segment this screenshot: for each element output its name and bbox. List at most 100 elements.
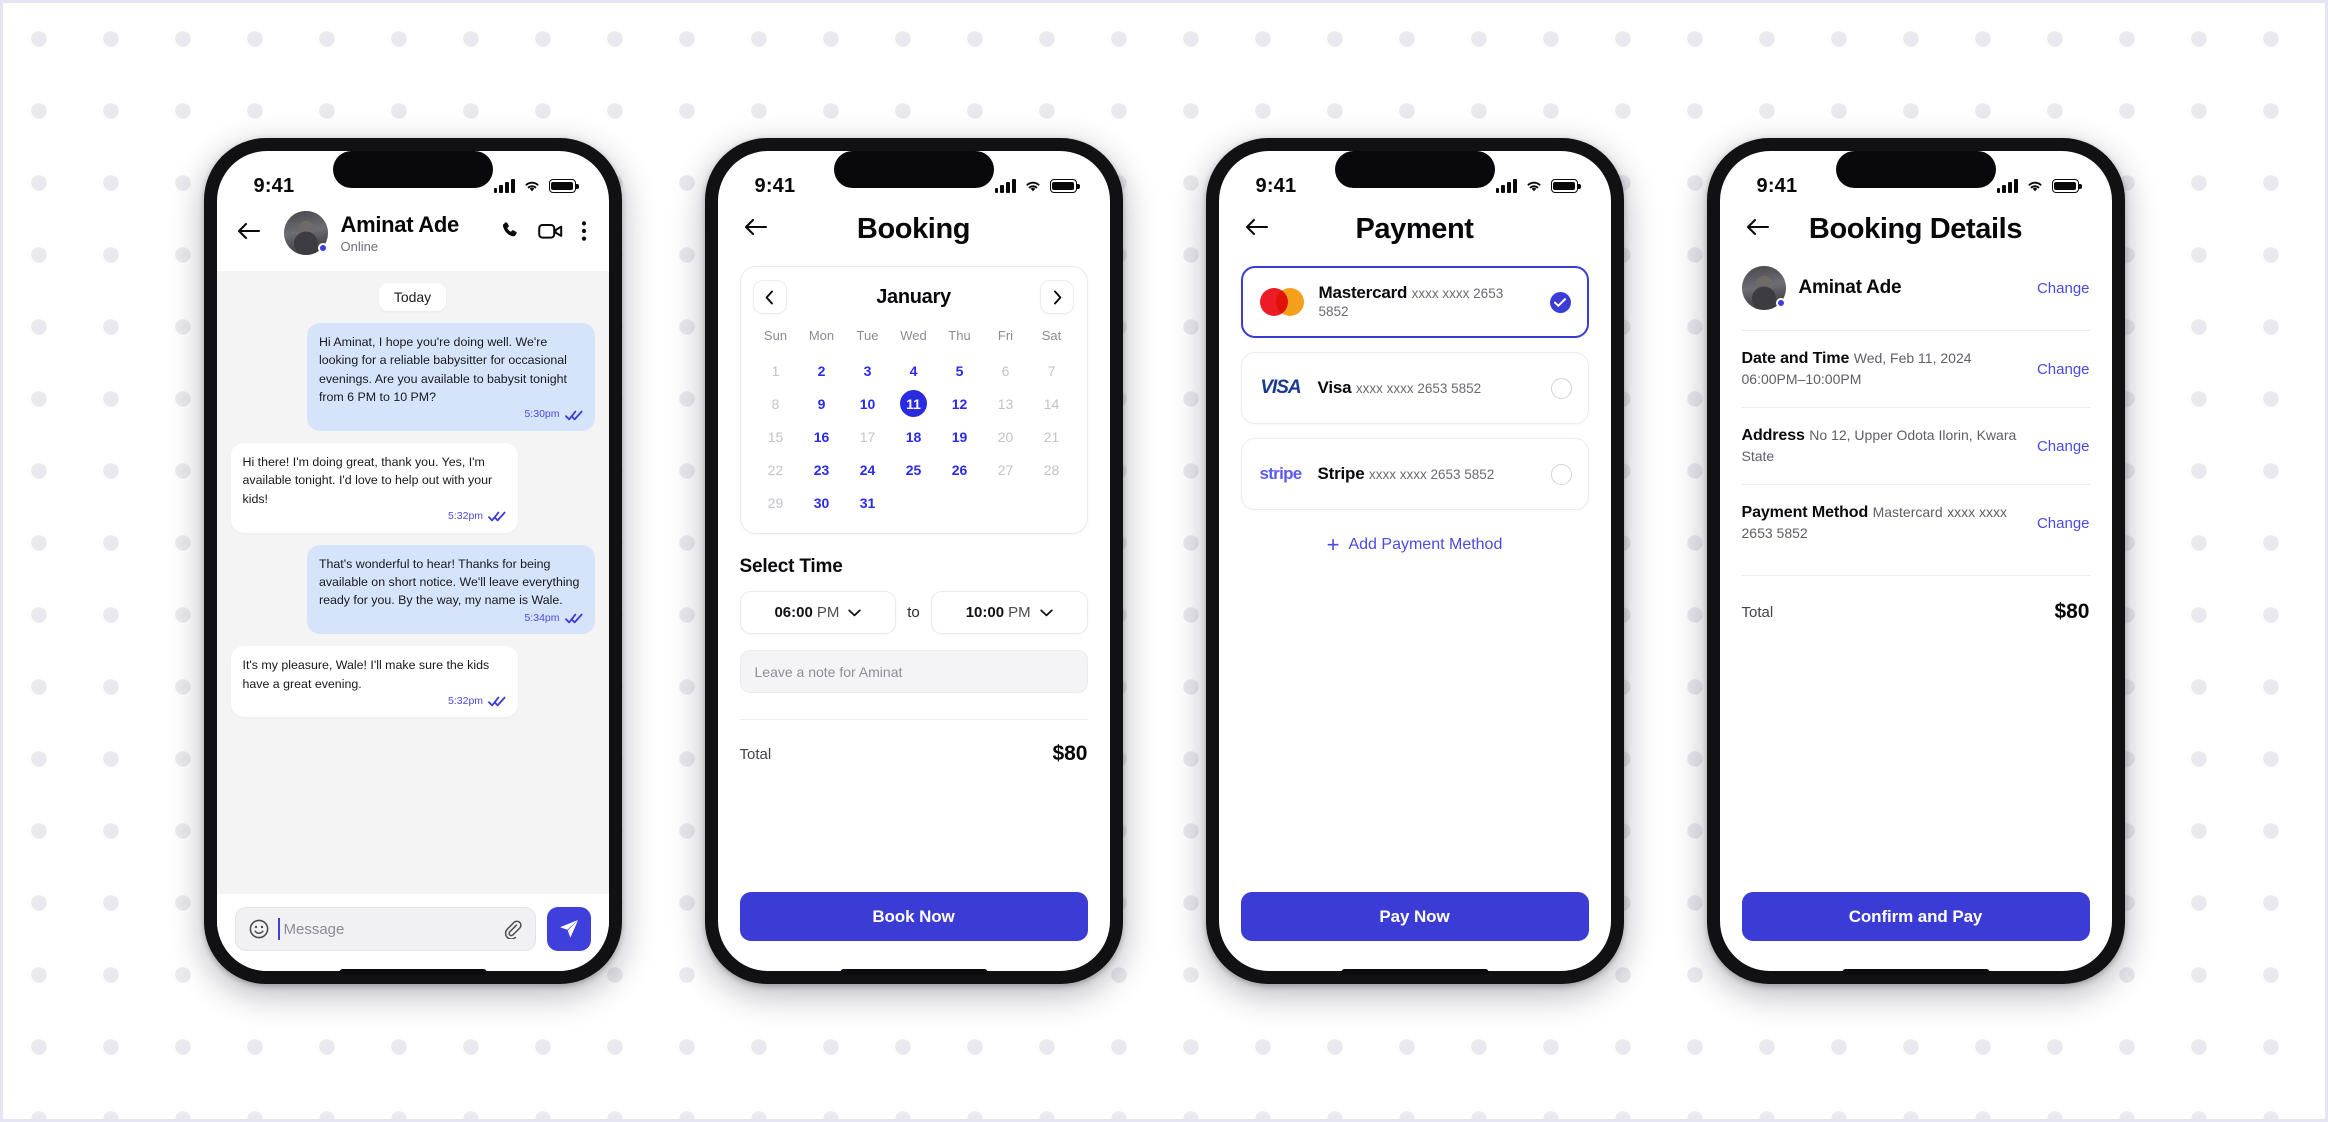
back-button[interactable] — [1746, 218, 1780, 241]
book-now-button[interactable]: Book Now — [739, 892, 1088, 941]
message-list: Today Hi Aminat, I hope you're doing wel… — [216, 271, 609, 894]
calendar-day[interactable]: 3 — [845, 354, 891, 387]
calendar-day[interactable]: 9 — [799, 387, 845, 420]
next-month-button[interactable] — [1040, 280, 1075, 314]
cellular-signal-icon — [1495, 179, 1517, 193]
detail-address: Address No 12, Upper Odota Ilorin, Kwara… — [1741, 407, 2090, 484]
calendar-day[interactable]: 19 — [937, 420, 983, 453]
chat-actions — [499, 220, 587, 247]
calendar-day[interactable]: 8 — [753, 387, 799, 420]
calendar-day-selected[interactable]: 11 — [891, 387, 937, 420]
calendar-day[interactable]: 24 — [845, 453, 891, 486]
status-icons — [493, 179, 579, 193]
booking-total-row: Total $80 — [739, 719, 1088, 766]
calendar-day[interactable]: 16 — [799, 420, 845, 453]
change-babysitter-link[interactable]: Change — [2037, 280, 2090, 297]
calendar-day[interactable]: 17 — [845, 420, 891, 453]
online-dot — [317, 243, 328, 253]
calendar-day[interactable]: 20 — [983, 420, 1029, 453]
prev-month-button[interactable] — [752, 280, 787, 314]
change-address-link[interactable]: Change — [2037, 438, 2090, 455]
payment-method-mastercard[interactable]: Mastercard xxxx xxxx 2653 5852 — [1240, 266, 1589, 338]
calendar-weekday: Mon — [808, 328, 835, 343]
payment-method-name: Mastercard — [1318, 283, 1408, 302]
payment-method-name: Stripe — [1317, 464, 1365, 483]
booking-content: January Sun Mon Tue Wed Thu Fri Sat 1 2 3 4 5 6 7 8 9 10… — [718, 266, 1110, 766]
total-value: $80 — [1052, 742, 1088, 765]
calendar-day[interactable]: 14 — [1029, 387, 1075, 420]
attachment-icon[interactable] — [503, 919, 522, 939]
chat-screen: 9:41 Aminat Ade Online Today Hi Aminat, … — [216, 151, 609, 971]
calendar-day[interactable]: 31 — [845, 486, 891, 519]
add-payment-method-button[interactable]: + Add Payment Method — [1241, 534, 1589, 556]
calendar-day[interactable]: 6 — [983, 354, 1029, 387]
message-time: 5:30pm — [524, 408, 560, 421]
calendar-day[interactable]: 12 — [937, 387, 983, 420]
chevron-down-icon — [848, 609, 862, 616]
booking-cta-wrapper: Book Now — [718, 892, 1110, 971]
calendar-day[interactable]: 25 — [891, 453, 937, 486]
phone-call-icon[interactable] — [499, 220, 521, 247]
more-options-icon[interactable] — [581, 220, 587, 247]
change-date-time-link[interactable]: Change — [2037, 361, 2090, 378]
calendar-day[interactable]: 27 — [983, 453, 1029, 486]
read-receipt-icon — [488, 512, 506, 522]
message-meta: 5:32pm — [243, 509, 507, 525]
emoji-icon[interactable] — [249, 919, 269, 939]
dynamic-island — [332, 151, 493, 188]
back-button[interactable] — [237, 222, 271, 245]
calendar-day[interactable]: 4 — [891, 354, 937, 387]
start-time-select[interactable]: 06:00 PM — [739, 591, 897, 634]
message-text: It's my pleasure, Wale! I'll make sure t… — [242, 658, 490, 691]
wifi-icon — [524, 181, 539, 192]
message-input[interactable] — [277, 918, 494, 940]
calendar-day[interactable]: 13 — [983, 387, 1029, 420]
calendar-day[interactable]: 2 — [799, 354, 845, 387]
battery-icon — [548, 179, 579, 193]
calendar-day[interactable]: 26 — [937, 453, 983, 486]
booking-note-input[interactable] — [739, 650, 1088, 693]
end-time-period: PM — [1008, 604, 1031, 621]
change-payment-method-link[interactable]: Change — [2037, 515, 2090, 532]
calendar-day[interactable]: 28 — [1029, 453, 1075, 486]
confirm-and-pay-button[interactable]: Confirm and Pay — [1741, 892, 2090, 941]
calendar-day[interactable]: 22 — [753, 453, 799, 486]
payment-screen: 9:41 Payment Mastercard xxxx xxxx 2653 5… — [1218, 151, 1611, 971]
payment-method-visa[interactable]: VISA Visa xxxx xxxx 2653 5852 — [1240, 352, 1589, 424]
calendar-grid[interactable]: Sun Mon Tue Wed Thu Fri Sat 1 2 3 4 5 6 7 8 9 10 11 12 13 14… — [753, 328, 1075, 519]
calendar-day[interactable]: 10 — [845, 387, 891, 420]
back-button[interactable] — [1245, 218, 1279, 241]
calendar-day[interactable]: 7 — [1029, 354, 1075, 387]
home-indicator — [1341, 969, 1488, 975]
video-call-icon[interactable] — [537, 221, 564, 246]
calendar-day[interactable]: 29 — [753, 486, 799, 519]
pay-now-button[interactable]: Pay Now — [1240, 892, 1589, 941]
screenshot-canvas: 9:41 Aminat Ade Online Today Hi Aminat, … — [0, 0, 2328, 1122]
end-time-select[interactable]: 10:00 PM — [930, 591, 1088, 634]
payment-method-radio-selected[interactable] — [1549, 291, 1571, 313]
calendar-day[interactable]: 21 — [1029, 420, 1075, 453]
calendar-day[interactable]: 23 — [799, 453, 845, 486]
total-value: $80 — [2054, 600, 2090, 623]
calendar-day[interactable]: 5 — [937, 354, 983, 387]
send-button[interactable] — [546, 907, 591, 951]
message-meta: 5:34pm — [319, 611, 583, 627]
message-text: That's wonderful to hear! Thanks for bei… — [318, 556, 580, 608]
calendar-day[interactable]: 30 — [799, 486, 845, 519]
calendar-weekday: Wed — [900, 328, 927, 343]
payment-method-radio[interactable] — [1550, 463, 1572, 485]
calendar-day[interactable]: 1 — [753, 354, 799, 387]
calendar-day[interactable]: 18 — [891, 420, 937, 453]
message-text: Hi Aminat, I hope you're doing well. We'… — [318, 335, 567, 405]
total-label: Total — [1741, 603, 1774, 621]
payment-method-stripe[interactable]: stripe Stripe xxxx xxxx 2653 5852 — [1240, 438, 1589, 510]
status-time: 9:41 — [253, 174, 295, 197]
visa-wordmark: VISA — [1260, 377, 1301, 398]
chat-header: Aminat Ade Online — [216, 209, 609, 271]
calendar-weekday: Tue — [856, 328, 879, 343]
message-input-wrapper[interactable] — [234, 907, 536, 951]
back-button[interactable] — [744, 218, 778, 241]
payment-method-radio[interactable] — [1550, 377, 1572, 399]
detail-line2: 06:00PM–10:00PM — [1741, 371, 1862, 387]
calendar-day[interactable]: 15 — [753, 420, 799, 453]
